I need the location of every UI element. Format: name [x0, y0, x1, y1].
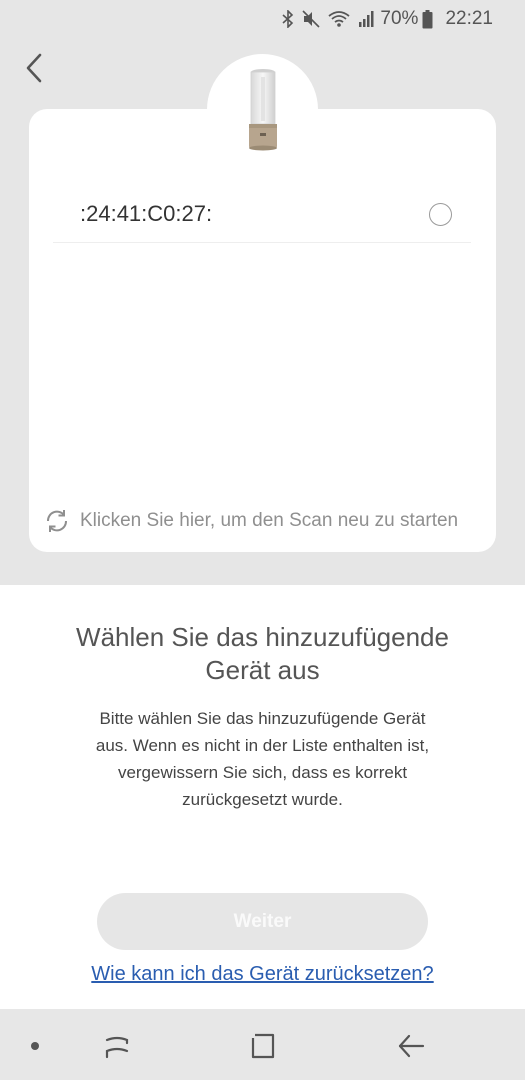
clock: 22:21 — [445, 8, 493, 29]
dot-icon — [31, 1042, 39, 1050]
bluetooth-icon — [282, 10, 294, 28]
back-icon — [398, 1034, 425, 1058]
mute-icon — [302, 10, 320, 28]
device-name: :24:41:C0:27: — [80, 201, 213, 226]
navigation-bar — [0, 1009, 525, 1080]
system-back-button[interactable] — [394, 1029, 428, 1063]
page-description: Bitte wählen Sie das hinzuzufügende Gerä… — [95, 709, 430, 809]
rescan-label: Klicken Sie hier, um den Scan neu zu sta… — [80, 510, 459, 531]
status-bar: 70% 22:21 — [0, 0, 525, 38]
nav-dot-button[interactable] — [24, 1029, 46, 1063]
home-icon — [251, 1033, 275, 1059]
home-button[interactable] — [246, 1029, 280, 1063]
reset-help-link[interactable]: Wie kann ich das Gerät zurücksetzen? — [40, 963, 485, 986]
recent-apps-button[interactable] — [100, 1029, 134, 1063]
top-area: 70% 22:21 :24:41:C0:27: Klicken Sie hier… — [0, 0, 525, 585]
battery-icon — [422, 9, 433, 29]
screen: 70% 22:21 :24:41:C0:27: Klicken Sie hier… — [0, 0, 525, 1080]
rescan-button[interactable]: Klicken Sie hier, um den Scan neu zu sta… — [44, 505, 458, 537]
device-avatar — [207, 54, 318, 165]
signal-icon — [358, 10, 374, 28]
page-title: Wählen Sie das hinzuzufügende Gerät aus — [76, 622, 449, 685]
back-button[interactable] — [18, 50, 50, 86]
refresh-icon — [46, 510, 68, 532]
back-arrow-icon — [26, 53, 42, 83]
next-button[interactable]: Weiter — [97, 893, 428, 950]
battery-percent: 70% — [380, 8, 419, 29]
lamp-device-image — [248, 68, 277, 150]
device-list-item[interactable]: :24:41:C0:27: — [53, 179, 471, 243]
wifi-icon — [328, 10, 350, 28]
device-list-card: :24:41:C0:27: Klicken Sie hier, um den S… — [29, 109, 496, 552]
recent-apps-icon — [105, 1036, 129, 1059]
device-radio-button[interactable] — [429, 203, 452, 226]
